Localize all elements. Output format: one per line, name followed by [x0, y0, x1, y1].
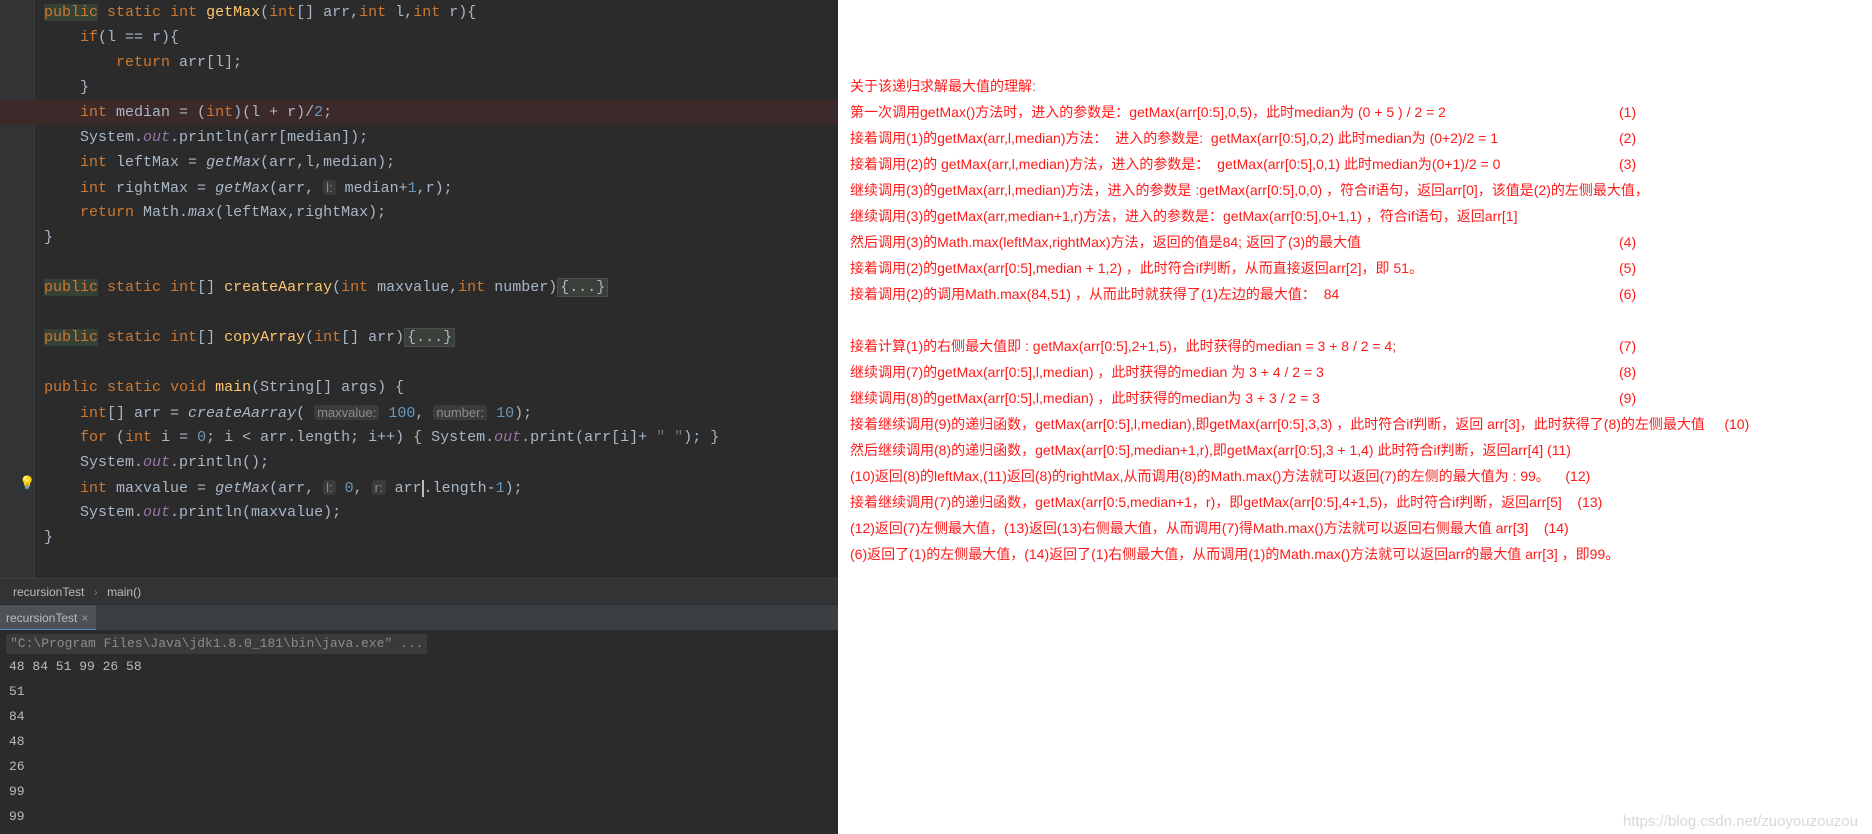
lightbulb-icon[interactable]: 💡	[19, 476, 35, 490]
note-tag: (6)	[1619, 286, 1637, 302]
breadcrumb-method[interactable]: main()	[107, 579, 141, 605]
note-line: 接着调用(2)的调用Math.max(84,51) ，从而此时就获得了(1)左边…	[850, 286, 1340, 302]
code-line[interactable]: public static void main(String[] args) {	[44, 375, 838, 400]
note-line: 然后继续调用(8)的递归函数，getMax(arr[0:5],median+1,…	[850, 442, 1571, 458]
code-line[interactable]: System.out.println();	[44, 450, 838, 475]
note-line: 第一次调用getMax()方法时，进入的参数是：getMax(arr[0:5],…	[850, 104, 1446, 120]
note-line: 接着调用(2)的 getMax(arr,l,median)方法，进入的参数是： …	[850, 156, 1501, 172]
code-line[interactable]: for (int i = 0; i < arr.length; i++) { S…	[44, 425, 838, 450]
code-line[interactable]: }	[44, 525, 838, 550]
note-line: 接着调用(1)的getMax(arr,l,median)方法： 进入的参数是: …	[850, 130, 1499, 146]
note-tag: (4)	[1619, 234, 1637, 250]
note-line: 接着调用(2)的getMax(arr[0:5],median + 1,2) ，此…	[850, 260, 1423, 276]
note-tag: (5)	[1619, 260, 1637, 276]
code-line[interactable]: return Math.max(leftMax,rightMax);	[44, 200, 838, 225]
code-editor[interactable]: public static int getMax(int[] arr,int l…	[0, 0, 838, 578]
note-line: 继续调用(8)的getMax(arr[0:5],l,median) ，此时获得的…	[850, 390, 1320, 406]
explanation-notes: 关于该递归求解最大值的理解: 第一次调用getMax()方法时，进入的参数是：g…	[838, 0, 1872, 834]
run-tab-bar: recursionTest ×	[0, 604, 838, 631]
note-tag: (7)	[1619, 338, 1637, 354]
note-line: 继续调用(3)的getMax(arr,l,median)方法，进入的参数是 :g…	[850, 182, 1649, 198]
code-line[interactable]: return arr[l];	[44, 50, 838, 75]
note-tag: (2)	[1619, 130, 1637, 146]
note-line: 关于该递归求解最大值的理解:	[850, 78, 1036, 94]
run-tab-label: recursionTest	[6, 611, 78, 625]
code-line[interactable]: int[] arr = createAarray( maxvalue: 100,…	[44, 400, 838, 425]
note-line: (10)返回(8)的leftMax,(11)返回(8)的rightMax,从而调…	[850, 468, 1591, 484]
note-line: 接着继续调用(9)的递归函数，getMax(arr[0:5],l,median)…	[850, 416, 1750, 432]
note-line: 接着计算(1)的右侧最大值即 : getMax(arr[0:5],2+1,5)，…	[850, 338, 1397, 354]
close-icon[interactable]: ×	[81, 611, 88, 625]
code-line[interactable]: System.out.println(maxvalue);	[44, 500, 838, 525]
breadcrumb-file[interactable]: recursionTest	[13, 579, 84, 605]
console-output-line: 48 84 51 99 26 58	[9, 659, 142, 674]
console-output-line: 99	[9, 809, 25, 824]
run-tab[interactable]: recursionTest ×	[0, 605, 97, 631]
chevron-right-icon: ›	[93, 585, 98, 599]
note-tag: (9)	[1619, 390, 1637, 406]
code-line[interactable]: public static int[] copyArray(int[] arr)…	[44, 325, 838, 350]
code-line[interactable]: if(l == r){	[44, 25, 838, 50]
code-line[interactable]: public static int[] createAarray(int max…	[44, 275, 838, 300]
note-line: (6)返回了(1)的左侧最大值，(14)返回了(1)右侧最大值，从而调用(1)的…	[850, 546, 1620, 562]
note-tag: (1)	[1619, 104, 1637, 120]
console-output-line: 48	[9, 734, 25, 749]
console-output-line: 51	[9, 684, 25, 699]
note-line: 接着继续调用(7)的递归函数，getMax(arr[0:5,median+1，r…	[850, 494, 1603, 510]
ide-window: public static int getMax(int[] arr,int l…	[0, 0, 838, 834]
watermark: https://blog.csdn.net/zuoyouzouzou	[1622, 813, 1858, 830]
code-line[interactable]: public static int getMax(int[] arr,int l…	[44, 0, 838, 25]
code-line-current[interactable]: int maxvalue = getMax(arr, l: 0, r: arr.…	[44, 475, 838, 500]
console-output-line: 84	[9, 709, 25, 724]
code-line[interactable]: int leftMax = getMax(arr,l,median);	[44, 150, 838, 175]
note-line: 继续调用(3)的getMax(arr,median+1,r)方法，进入的参数是：…	[850, 208, 1518, 224]
breadcrumb: recursionTest › main()	[0, 578, 838, 605]
code-line[interactable]: System.out.println(arr[median]);	[44, 125, 838, 150]
code-line-breakpoint[interactable]: int median = (int)(l + r)/2;	[0, 100, 838, 125]
note-tag: (8)	[1619, 364, 1637, 380]
note-line: 然后调用(3)的Math.max(leftMax,rightMax)方法，返回的…	[850, 234, 1362, 250]
note-line: (12)返回(7)左侧最大值，(13)返回(13)右侧最大值，从而调用(7)得M…	[850, 520, 1569, 536]
console-output-line: 26	[9, 759, 25, 774]
console-command[interactable]: "C:\Program Files\Java\jdk1.8.0_181\bin\…	[6, 634, 428, 654]
code-line[interactable]: }	[44, 225, 838, 250]
code-line[interactable]: int rightMax = getMax(arr, l: median+1,r…	[44, 175, 838, 200]
note-line: 继续调用(7)的getMax(arr[0:5],l,median) ，此时获得的…	[850, 364, 1324, 380]
run-console[interactable]: "C:\Program Files\Java\jdk1.8.0_181\bin\…	[0, 630, 838, 834]
console-output-line: 99	[9, 784, 25, 799]
code-line[interactable]: }	[44, 75, 838, 100]
note-tag: (3)	[1619, 156, 1637, 172]
